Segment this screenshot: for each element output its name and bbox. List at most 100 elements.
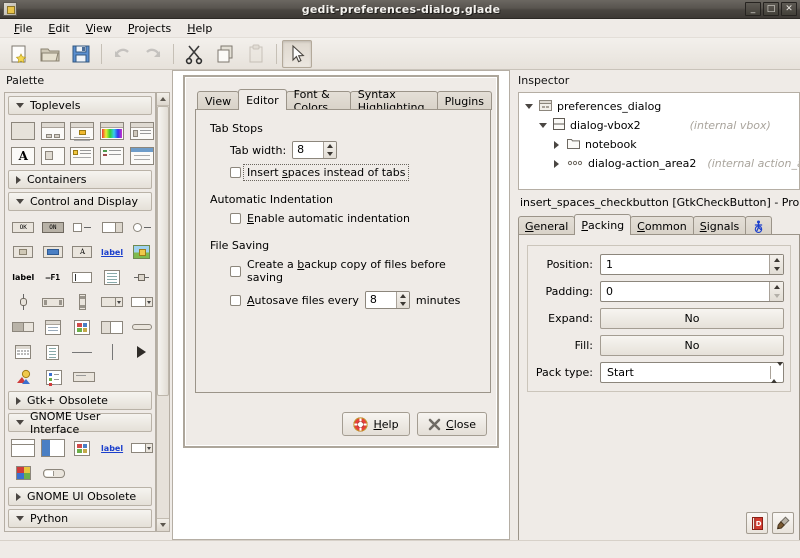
- expander-collapsed-icon[interactable]: [551, 140, 562, 149]
- menu-file[interactable]: File: [6, 20, 40, 37]
- expander-expanded-icon[interactable]: [537, 123, 548, 128]
- file-chooser-dialog-icon[interactable]: [128, 120, 155, 142]
- design-canvas[interactable]: View Editor Font & Colors Syntax Highlig…: [172, 70, 510, 540]
- stepper-buttons[interactable]: [395, 292, 409, 308]
- palette-group-gnome-ui[interactable]: GNOME User Interface: [8, 410, 152, 436]
- palette-group-python[interactable]: Python: [8, 509, 152, 528]
- paintbrush-icon[interactable]: [772, 512, 794, 534]
- tab-plugins[interactable]: Plugins: [436, 91, 492, 110]
- position-value[interactable]: 1: [606, 258, 613, 271]
- gnome-entry-icon[interactable]: [128, 437, 155, 459]
- gnome-pixmap-entry-icon[interactable]: [40, 462, 67, 484]
- help-button[interactable]: Help: [342, 412, 411, 436]
- vseparator-icon[interactable]: [99, 341, 126, 363]
- backup-copy-checkbox[interactable]: [230, 265, 241, 277]
- palette-group-containers[interactable]: Containers: [8, 170, 152, 189]
- palette-group-control-display[interactable]: Control and Display: [8, 192, 152, 211]
- vscale-icon[interactable]: [10, 291, 37, 313]
- padding-stepper[interactable]: [769, 282, 783, 301]
- link-button-icon[interactable]: label: [99, 241, 126, 263]
- insert-spaces-checkbox[interactable]: [230, 167, 241, 178]
- recent-chooser-dialog-icon[interactable]: [99, 145, 126, 167]
- maximize-button[interactable]: □: [763, 2, 779, 16]
- fill-toggle[interactable]: No: [600, 335, 784, 356]
- tree-node-dialog-vbox2[interactable]: dialog-vbox2 (internal vbox): [519, 116, 799, 135]
- redo-arrow-icon[interactable]: [138, 40, 168, 68]
- message-dialog-icon[interactable]: [69, 120, 96, 142]
- position-stepper[interactable]: [769, 255, 783, 274]
- copy-icon[interactable]: [210, 40, 240, 68]
- palette-group-toplevels[interactable]: Toplevels: [8, 96, 152, 115]
- radio-button-icon[interactable]: [128, 216, 155, 238]
- scale-icon[interactable]: [128, 266, 155, 288]
- status-bar-icon[interactable]: [70, 366, 97, 388]
- gnome-color-picker-icon[interactable]: [10, 462, 37, 484]
- gnome-href-icon[interactable]: label: [99, 437, 126, 459]
- tab-width-value[interactable]: 8: [293, 142, 324, 158]
- docs-book-icon[interactable]: D: [746, 512, 768, 534]
- tab-signals[interactable]: Signals: [692, 216, 747, 235]
- tree-node-dialog-action-area2[interactable]: dialog-action_area2 (internal action_are…: [519, 154, 799, 173]
- autosave-interval-stepper[interactable]: 8: [364, 291, 410, 309]
- tab-accessibility[interactable]: [745, 216, 773, 235]
- position-input[interactable]: 1: [600, 254, 784, 275]
- button-icon[interactable]: OK: [10, 216, 37, 238]
- check-button-icon[interactable]: [69, 216, 96, 238]
- expander-expanded-icon[interactable]: [523, 104, 534, 109]
- tab-view[interactable]: View: [197, 91, 240, 110]
- tab-width-stepper[interactable]: 8: [292, 141, 338, 159]
- expand-toggle[interactable]: No: [600, 308, 784, 329]
- palette-group-gtk-obsolete[interactable]: Gtk+ Obsolete: [8, 391, 152, 410]
- autosave-checkbox[interactable]: [230, 294, 241, 306]
- close-button[interactable]: Close: [417, 412, 487, 436]
- label-icon[interactable]: label: [10, 266, 37, 288]
- cut-scissors-icon[interactable]: [179, 40, 209, 68]
- stepper-down-icon[interactable]: [770, 265, 783, 275]
- tab-packing[interactable]: Packing: [574, 214, 632, 235]
- list-store-icon[interactable]: [40, 366, 67, 388]
- calendar-icon[interactable]: [10, 341, 37, 363]
- stepper-up-icon[interactable]: [324, 142, 336, 150]
- window-widget-icon[interactable]: [10, 120, 37, 142]
- save-floppy-icon[interactable]: [66, 40, 96, 68]
- menu-view[interactable]: View: [78, 20, 120, 37]
- font-button-icon[interactable]: A: [69, 241, 96, 263]
- tree-node-preferences-dialog[interactable]: preferences_dialog: [519, 97, 799, 116]
- tab-syntax-highlighting[interactable]: Syntax Highlighting: [349, 88, 438, 114]
- paned-icon[interactable]: [99, 316, 126, 338]
- stepper-down-icon[interactable]: [324, 150, 336, 158]
- palette-group-gnome-ui-obsolete[interactable]: GNOME UI Obsolete: [8, 487, 152, 506]
- stepper-up-icon[interactable]: [770, 282, 783, 292]
- gnome-druid-icon[interactable]: [40, 437, 67, 459]
- close-button[interactable]: ✕: [781, 2, 797, 16]
- image-icon[interactable]: [128, 241, 155, 263]
- menu-edit[interactable]: Edit: [40, 20, 77, 37]
- switch-icon[interactable]: [10, 316, 37, 338]
- text-view-icon[interactable]: [99, 266, 126, 288]
- menu-projects[interactable]: Projects: [120, 20, 179, 37]
- about-dialog-icon[interactable]: [40, 145, 67, 167]
- hseparator-icon[interactable]: [69, 341, 96, 363]
- assistant-icon[interactable]: [69, 145, 96, 167]
- separator-icon[interactable]: [128, 316, 155, 338]
- new-icon[interactable]: [4, 40, 34, 68]
- gnome-icon-list-icon[interactable]: [69, 437, 96, 459]
- spin-button-icon[interactable]: [99, 216, 126, 238]
- tab-general[interactable]: General: [518, 216, 576, 235]
- menu-help[interactable]: Help: [179, 20, 220, 37]
- padding-input[interactable]: 0: [600, 281, 784, 302]
- scroll-down-arrow-icon[interactable]: [157, 518, 169, 531]
- enable-indent-row[interactable]: Enable automatic indentation: [230, 212, 478, 225]
- vscrollbar-icon[interactable]: [69, 291, 96, 313]
- minimize-button[interactable]: _: [745, 2, 761, 16]
- pack-type-select[interactable]: Start: [600, 362, 784, 383]
- stepper-up-icon[interactable]: [770, 255, 783, 265]
- color-selection-dialog-icon[interactable]: [99, 120, 126, 142]
- hscale-icon[interactable]: [40, 291, 67, 313]
- color-button-icon[interactable]: [40, 241, 67, 263]
- pointer-select-icon[interactable]: [282, 39, 312, 68]
- tab-font-colors[interactable]: Font & Colors: [285, 88, 351, 114]
- combo-box-icon[interactable]: [99, 291, 126, 313]
- preferences-dialog-preview[interactable]: View Editor Font & Colors Syntax Highlig…: [183, 75, 499, 448]
- undo-arrow-icon[interactable]: [107, 40, 137, 68]
